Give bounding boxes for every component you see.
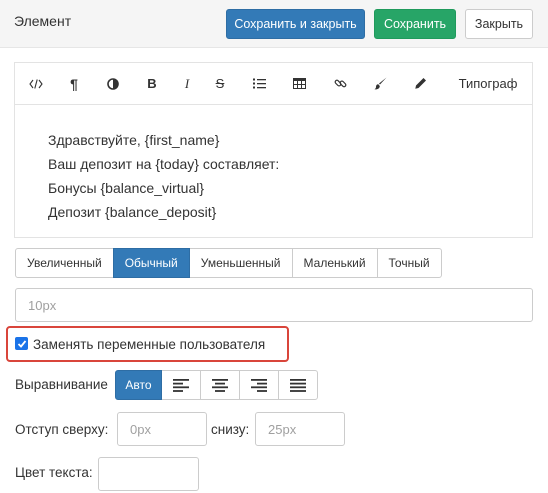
table-icon[interactable] bbox=[282, 63, 316, 104]
margin-bottom-input[interactable] bbox=[255, 412, 345, 446]
align-center-button[interactable] bbox=[200, 370, 240, 400]
content-line: Ваш депозит на {today} составляет: bbox=[48, 156, 280, 172]
size-input[interactable] bbox=[15, 288, 533, 322]
margin-bottom-label: снизу: bbox=[211, 422, 250, 437]
save-and-close-button[interactable]: Сохранить и закрыть bbox=[226, 9, 365, 39]
paragraph-icon[interactable]: ¶ bbox=[57, 63, 91, 104]
contrast-icon[interactable] bbox=[96, 63, 130, 104]
editor-toolbar: ¶ B I S Типограф bbox=[15, 63, 532, 105]
size-option-small[interactable]: Маленький bbox=[291, 248, 378, 278]
code-icon[interactable] bbox=[19, 63, 53, 104]
typograph-button[interactable]: Типограф bbox=[445, 63, 531, 104]
size-option-reduced[interactable]: Уменьшенный bbox=[188, 248, 293, 278]
replace-variables-label[interactable]: Заменять переменные пользователя bbox=[33, 337, 265, 352]
alignment-label: Выравнивание bbox=[15, 377, 108, 392]
editor-content[interactable]: Здравствуйте, {first_name} Ваш депозит н… bbox=[15, 106, 532, 237]
header-title: Элемент bbox=[14, 13, 72, 29]
size-option-exact[interactable]: Точный bbox=[376, 248, 442, 278]
bold-icon[interactable]: B bbox=[135, 63, 169, 104]
margin-top-input[interactable] bbox=[117, 412, 207, 446]
text-color-input[interactable] bbox=[98, 457, 199, 491]
list-icon[interactable] bbox=[242, 63, 276, 104]
rich-text-editor: ¶ B I S Типограф Здравствуйте, {first_na… bbox=[14, 62, 533, 238]
size-option-normal[interactable]: Обычный bbox=[112, 248, 190, 278]
replace-variables-checkbox[interactable] bbox=[15, 337, 28, 350]
save-button[interactable]: Сохранить bbox=[374, 9, 456, 39]
link-icon[interactable] bbox=[323, 63, 357, 104]
pencil-icon[interactable] bbox=[403, 63, 437, 104]
align-center-icon bbox=[212, 378, 228, 392]
align-left-button[interactable] bbox=[161, 370, 201, 400]
alignment-selector: Авто bbox=[115, 370, 318, 400]
content-line: Депозит {balance_deposit} bbox=[48, 204, 217, 220]
align-right-button[interactable] bbox=[239, 370, 279, 400]
italic-icon[interactable]: I bbox=[170, 63, 204, 104]
replace-variables-highlight: Заменять переменные пользователя bbox=[6, 326, 289, 362]
check-icon bbox=[17, 339, 26, 348]
margin-top-label: Отступ сверху: bbox=[15, 422, 109, 437]
strikethrough-icon[interactable]: S bbox=[203, 63, 237, 104]
align-justify-button[interactable] bbox=[278, 370, 318, 400]
align-left-icon bbox=[173, 378, 189, 392]
text-color-label: Цвет текста: bbox=[15, 465, 93, 480]
align-auto-button[interactable]: Авто bbox=[115, 370, 162, 400]
editor-header: Элемент Сохранить и закрыть Сохранить За… bbox=[0, 0, 548, 48]
align-justify-icon bbox=[290, 378, 306, 392]
content-line: Бонусы {balance_virtual} bbox=[48, 180, 205, 196]
align-right-icon bbox=[251, 378, 267, 392]
close-button[interactable]: Закрыть bbox=[465, 9, 533, 39]
content-line: Здравствуйте, {first_name} bbox=[48, 132, 220, 148]
size-selector: Увеличенный Обычный Уменьшенный Маленьки… bbox=[15, 248, 442, 278]
brush-icon[interactable] bbox=[363, 63, 397, 104]
size-option-enlarged[interactable]: Увеличенный bbox=[15, 248, 114, 278]
